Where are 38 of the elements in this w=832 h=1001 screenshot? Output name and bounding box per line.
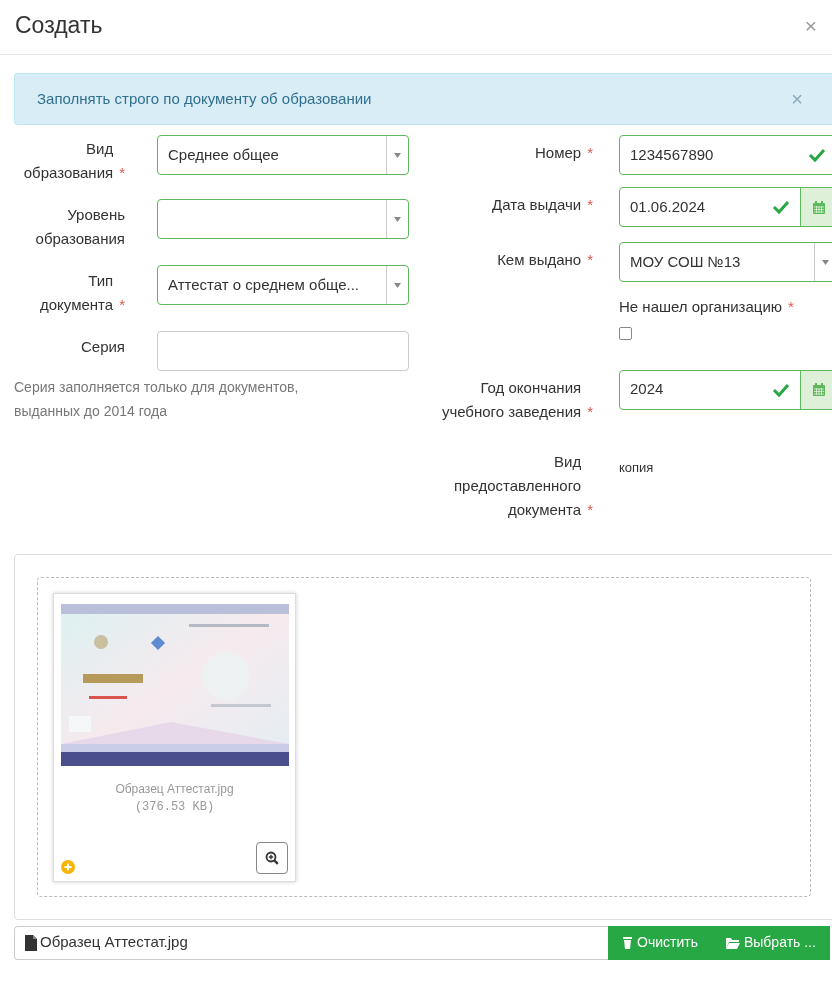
help-text: Серия заполняется только для документов, выданных до 2014 года: [14, 378, 300, 422]
required-mark: *: [788, 298, 794, 316]
alert-text: Заполнять строго по документу об образовании: [37, 88, 372, 109]
field-value: Аттестат о среднем обще...: [167, 274, 360, 295]
field-label: Вид предоставленного документа: [452, 451, 582, 520]
file-name: Образец Аттестат.jpg: [114, 780, 235, 798]
modal-title: Создать: [15, 12, 103, 40]
required-mark: *: [587, 499, 593, 520]
field-label: Уровень образования: [34, 205, 125, 250]
required-mark: *: [587, 143, 593, 164]
date-field[interactable]: 2024: [619, 369, 832, 410]
field-value: 01.06.2024: [629, 196, 707, 217]
field-value: 1234567890: [629, 144, 715, 165]
required-mark: *: [587, 401, 593, 422]
field-label: Номер: [535, 143, 582, 164]
field-label: Тип документа: [39, 271, 114, 316]
field-label: Вид образования: [22, 139, 114, 184]
field-label: Не нашел организацию: [619, 298, 783, 316]
file-size: (376.53 KB): [133, 798, 216, 816]
date-field[interactable]: 01.06.2024: [619, 187, 832, 228]
required-mark: *: [119, 295, 125, 316]
field-label: Кем выдано: [497, 250, 582, 271]
required-mark: *: [119, 163, 125, 184]
static-value: копия: [619, 458, 654, 477]
file-caption-field[interactable]: Образец Аттестат.jpg: [14, 925, 608, 960]
field-value: МОУ СОШ №13: [629, 251, 742, 272]
field-value: Среднее общее: [167, 144, 280, 165]
input-field[interactable]: 1234567890: [619, 135, 832, 176]
field-value: 2024: [629, 379, 665, 400]
select-field[interactable]: МОУ СОШ №13: [619, 242, 832, 283]
field-label: Год окончания учебного заведения: [441, 377, 582, 422]
field-label: Серия: [80, 337, 125, 358]
required-mark: *: [587, 195, 593, 216]
required-mark: *: [587, 250, 593, 271]
select-field[interactable]: Аттестат о среднем обще...: [157, 265, 409, 306]
file-caption: Образец Аттестат.jpg: [40, 932, 188, 953]
select-field[interactable]: Среднее общее: [157, 135, 409, 176]
field-label: Дата выдачи: [492, 195, 582, 216]
